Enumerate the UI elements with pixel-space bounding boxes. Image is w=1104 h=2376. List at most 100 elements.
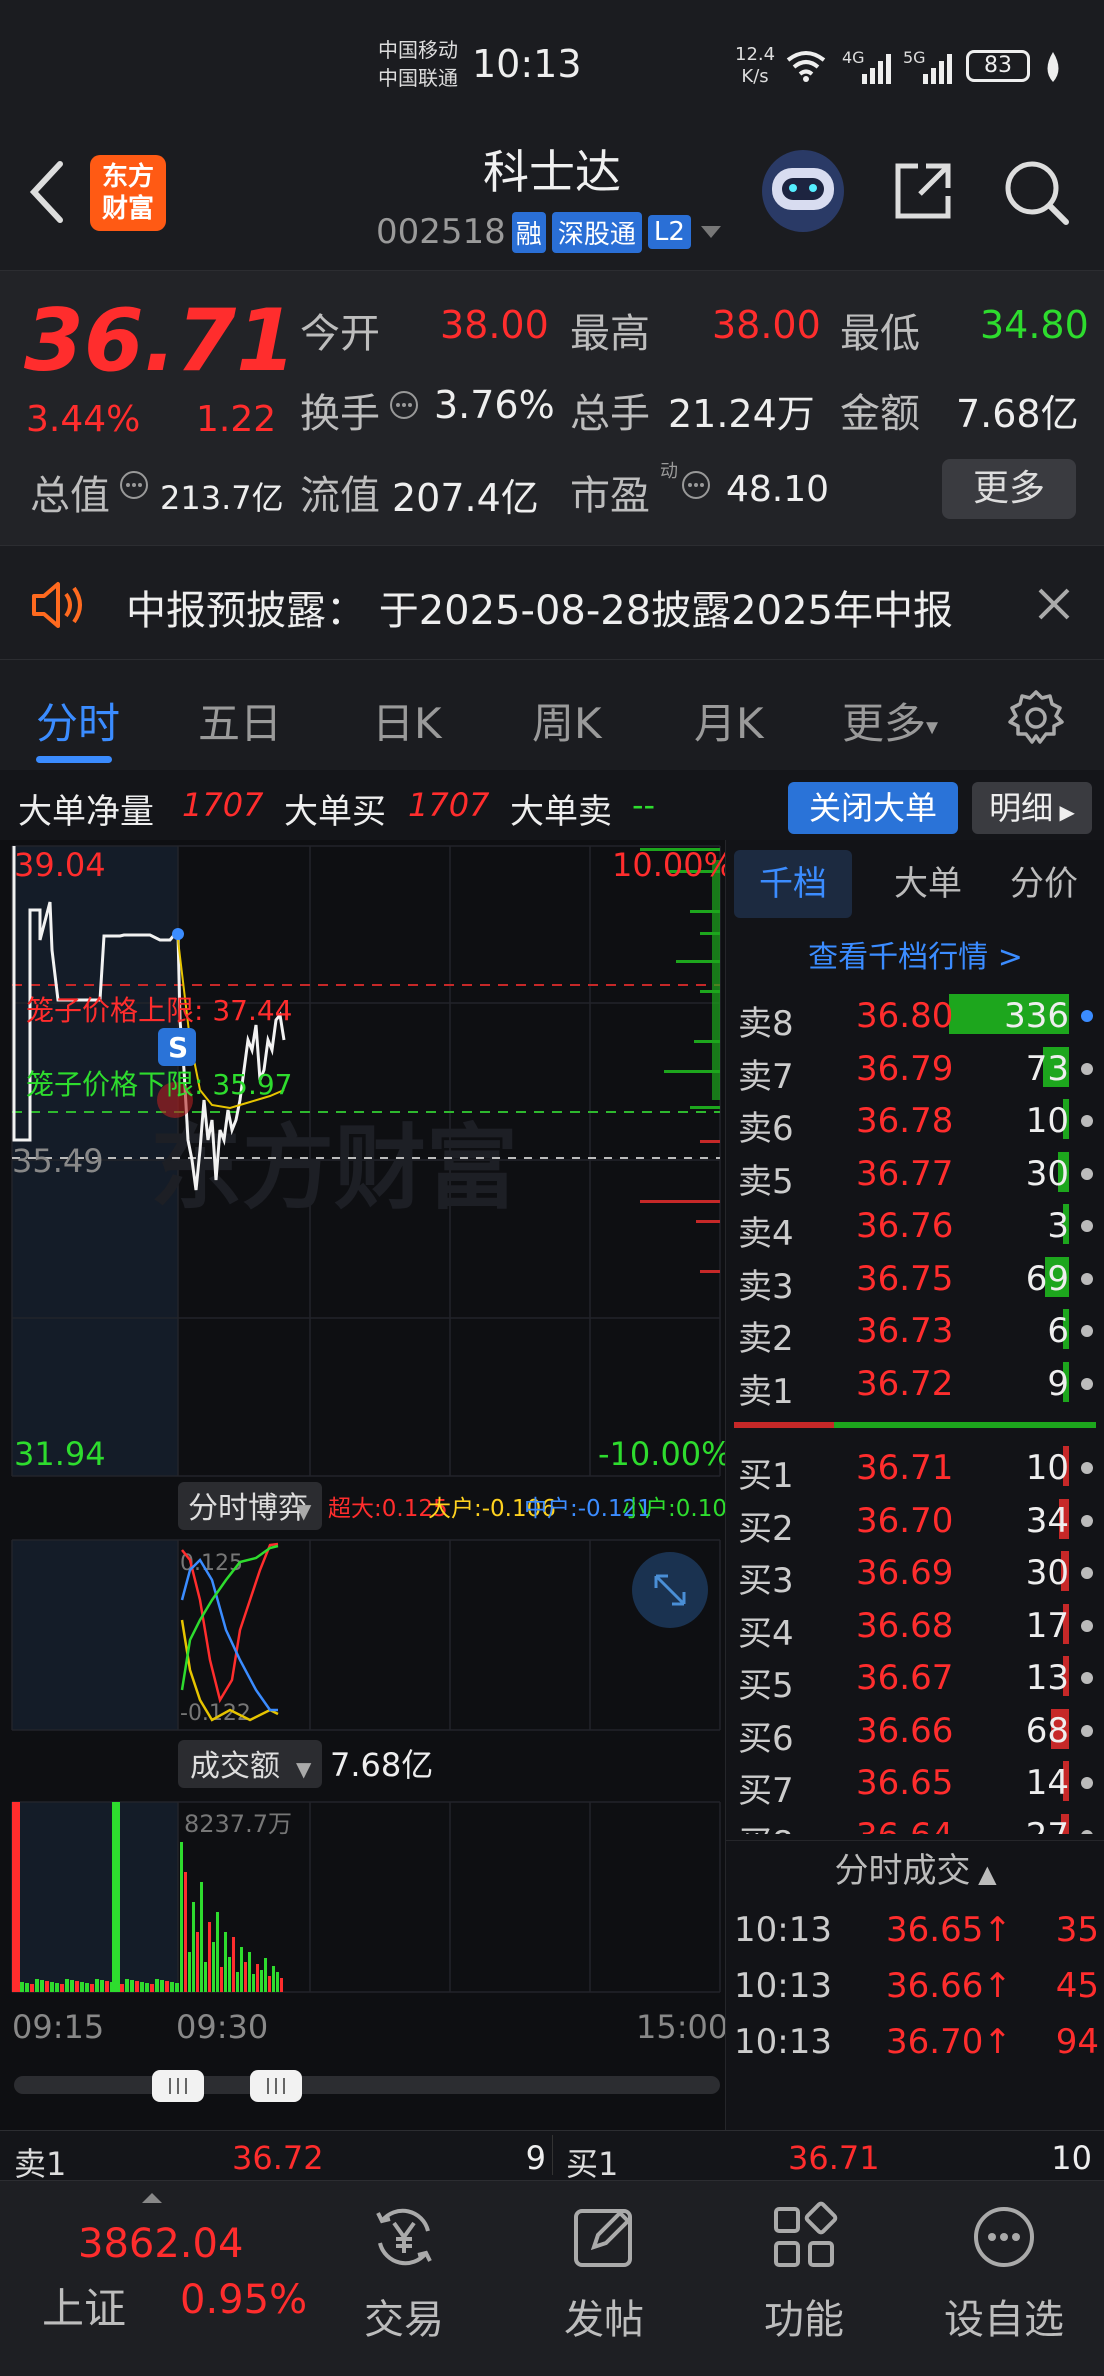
range-slider-track[interactable] [14,2076,720,2094]
tab-weekly-k[interactable]: 周K [532,690,602,751]
sell-marker-letter: S [168,1031,188,1064]
divider [552,2135,553,2175]
mktcap-value: 213.7亿 [160,479,284,517]
index-change[interactable]: 0.95% [180,2277,307,2323]
tab-monthly-k[interactable]: 月K [694,690,764,751]
stock-code-row[interactable]: 002518 融 深股通 L2 [376,210,725,254]
info-dots-icon[interactable] [118,469,150,501]
view-thousand-level-link[interactable]: 查看千档行情 > [726,932,1104,976]
trade-yen-icon [376,2208,432,2266]
dot-indicator-icon [1081,1010,1093,1022]
chevron-up-icon: ▲ [970,1860,997,1888]
trade-price: 36.66↑ [886,1966,1012,2006]
bid-row[interactable]: 买8 36.64 27 [726,1808,1104,1835]
settings-gear-icon[interactable] [1006,688,1066,748]
volume-bar [145,1983,149,1992]
dot-indicator-icon [1081,1777,1093,1789]
net-speed: 12.4 K/s [735,44,775,88]
ask-row[interactable]: 卖7 36.79 73 [726,1041,1104,1097]
nav-post[interactable]: 发帖 [524,2201,684,2345]
leaf-icon [1047,52,1059,82]
close-icon[interactable] [1036,586,1072,622]
ask-volume: 336 [1004,996,1069,1036]
tab-more[interactable]: 更多▾ [842,690,938,751]
volume-bar [216,1912,219,1992]
volume-bar [200,1882,203,1992]
volume-bar [150,1984,154,1992]
intraday-chart[interactable]: 东方财富 S 39.04 10.00% 笼子价格上限: 37.44 笼子价格下限… [0,840,725,2130]
trade-time: 10:13 [734,2022,832,2062]
carrier-1: 中国移动 [378,38,458,62]
bid-row[interactable]: 买6 36.66 68 [726,1703,1104,1759]
volume-bar [252,1974,255,1992]
close-big-order-button[interactable]: 关闭大单 [788,782,958,834]
ask-level-label: 卖4 [738,1214,794,1254]
volume-bar [80,1982,84,1992]
trade-row: 10:13 36.66↑ 45 [726,1958,1104,2010]
robot-assistant-icon[interactable] [762,150,844,232]
game-bottom-value: -0.122 [180,1701,251,1726]
ask-row[interactable]: 卖5 36.77 30 [726,1146,1104,1202]
ask-row[interactable]: 卖1 36.72 9 [726,1356,1104,1412]
bid-row[interactable]: 买7 36.65 14 [726,1755,1104,1811]
volume-bar [40,1980,44,1992]
tab-five-day[interactable]: 五日 [198,690,282,751]
index-value[interactable]: 3862.04 [78,2221,243,2267]
bid-level-label: 买2 [738,1508,794,1549]
ask-price: 36.72 [856,1363,954,1404]
carrier-block: 中国移动 中国联通 [378,36,458,92]
tab-intraday[interactable]: 分时 [36,690,120,751]
nav-trade[interactable]: 交易 [324,2201,484,2345]
detail-button[interactable]: 明细 ▶ [972,782,1092,834]
ask-row[interactable]: 卖3 36.75 69 [726,1251,1104,1307]
best-quote-bar: 卖1 36.72 9 买1 36.71 10 [0,2130,1104,2183]
notice-bar[interactable]: 中报预披露： 于2025-08-28披露2025年中报 [0,545,1104,660]
volume-bar [170,1982,174,1992]
nav-add-watchlist[interactable]: 设自选 [924,2201,1084,2345]
bid-row[interactable]: 买2 36.70 34 [726,1493,1104,1549]
ask-row[interactable]: 卖6 36.78 10 [726,1093,1104,1149]
info-dots-icon[interactable] [680,469,712,501]
ask-row[interactable]: 卖2 36.73 6 [726,1303,1104,1359]
margin-badge: 融 [511,211,546,253]
volume-bar [236,1972,239,1992]
more-quote-button[interactable]: 更多 [942,459,1076,519]
ask-level-label: 卖3 [738,1266,794,1307]
bid-row[interactable]: 买4 36.68 17 [726,1598,1104,1654]
open-label: 今开 [300,311,380,357]
tab-price-split[interactable]: 分价 [994,850,1094,918]
ask-level-label: 卖2 [738,1319,794,1359]
volume-selector-label: 成交额 [190,1749,280,1784]
bid-row[interactable]: 买1 36.71 10 [726,1440,1104,1496]
volume-label: 总手 [570,391,650,437]
tab-daily-k[interactable]: 日K [372,690,442,751]
carrier-2: 中国联通 [378,66,458,90]
volume-bar [12,1802,20,1992]
bid-level-label: 买8 [738,1816,794,1835]
cage-lower-label: 笼子价格下限: 35.97 [26,1068,293,1101]
ask-row[interactable]: 卖8 36.80 336 [726,988,1104,1044]
share-icon[interactable] [890,158,956,224]
bid-row[interactable]: 买5 36.67 13 [726,1650,1104,1706]
ask-volume: 10 [1025,1101,1069,1141]
search-icon[interactable] [1002,158,1072,228]
volume-value: 21.24万 [668,392,815,436]
tab-thousand-level[interactable]: 千档 [734,850,852,918]
tab-big-order[interactable]: 大单 [878,850,978,918]
caret-down-icon: ▼ [296,1499,312,1523]
nav-functions[interactable]: 功能 [724,2201,884,2345]
volume-bar [55,1983,59,1992]
trades-header[interactable]: 分时成交 ▲ [726,1840,1104,1900]
ratio-bar-sell [734,1422,834,1428]
volume-bar [188,1952,191,1992]
best-bid-price: 36.71 [788,2139,880,2177]
nav-trade-label: 交易 [364,2297,444,2343]
index-name[interactable]: 上证 [42,2275,126,2336]
price-top-label: 39.04 [14,846,106,884]
ask-row[interactable]: 卖4 36.76 3 [726,1198,1104,1254]
bid-row[interactable]: 买3 36.69 30 [726,1545,1104,1601]
float-label: 流值 [300,473,380,519]
info-dots-icon[interactable] [388,389,420,421]
volume-bar [204,1962,207,1992]
ask-level-label: 卖5 [738,1161,794,1202]
